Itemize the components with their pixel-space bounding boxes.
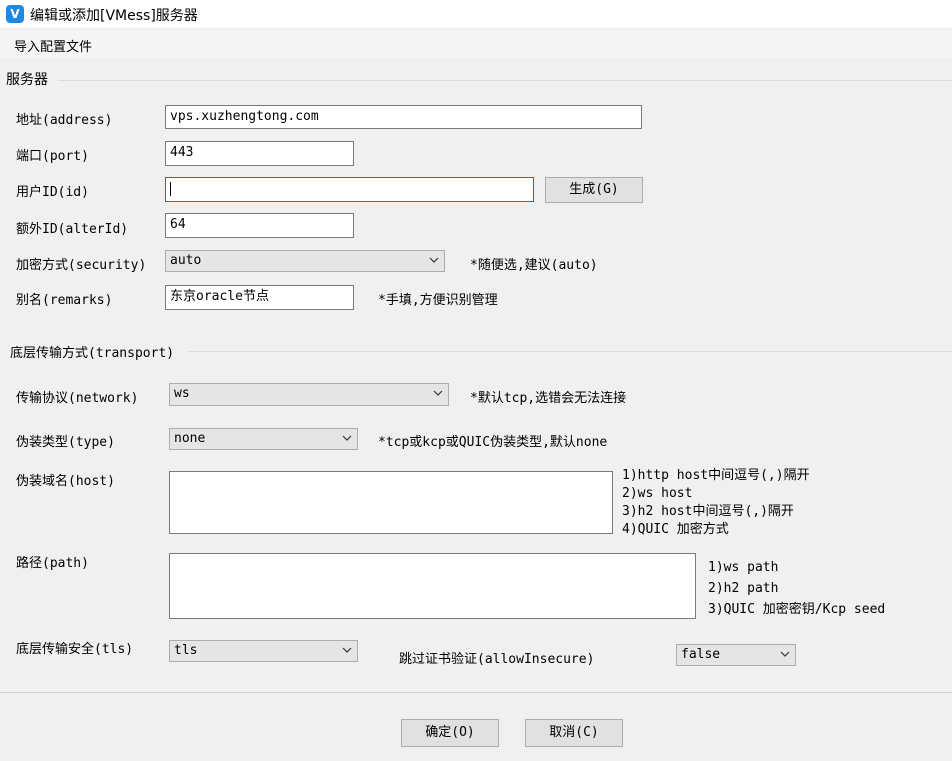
network-hint: *默认tcp,选错会无法连接 bbox=[470, 391, 627, 406]
cancel-button[interactable]: 取消(C) bbox=[525, 719, 623, 747]
window-title: 编辑或添加[VMess]服务器 bbox=[30, 8, 198, 24]
alter-id-label: 额外ID(alterId) bbox=[16, 222, 129, 237]
allow-insecure-label: 跳过证书验证(allowInsecure) bbox=[399, 652, 595, 667]
generate-button[interactable]: 生成(G) bbox=[545, 177, 643, 203]
type-select[interactable]: none bbox=[169, 428, 358, 450]
menu-item-import-config[interactable]: 导入配置文件 bbox=[14, 36, 92, 55]
remarks-input[interactable]: 东京oracle节点 bbox=[165, 285, 354, 310]
path-hint-line: 3)QUIC 加密密钥/Kcp seed bbox=[708, 602, 886, 617]
path-hint-line: 1)ws path bbox=[708, 560, 779, 575]
security-hint: *随便选,建议(auto) bbox=[470, 258, 598, 273]
server-group-title: 服务器 bbox=[6, 72, 48, 88]
server-group-divider bbox=[58, 80, 952, 81]
tls-select-value: tls bbox=[174, 643, 198, 658]
alter-id-input[interactable]: 64 bbox=[165, 213, 354, 238]
address-label: 地址(address) bbox=[16, 113, 113, 128]
security-select-value: auto bbox=[170, 253, 202, 268]
tls-select[interactable]: tls bbox=[169, 640, 358, 662]
host-hint-line: 1)http host中间逗号(,)隔开 bbox=[622, 468, 810, 483]
network-select-value: ws bbox=[174, 386, 190, 401]
chevron-down-icon bbox=[780, 651, 790, 657]
allow-insecure-select-value: false bbox=[681, 647, 721, 662]
host-hint-line: 4)QUIC 加密方式 bbox=[622, 522, 729, 537]
security-select[interactable]: auto bbox=[165, 250, 445, 272]
host-textarea[interactable] bbox=[169, 471, 613, 534]
type-hint: *tcp或kcp或QUIC伪装类型,默认none bbox=[378, 435, 608, 450]
transport-group-title: 底层传输方式(transport) bbox=[10, 346, 175, 361]
chevron-down-icon bbox=[433, 390, 443, 396]
security-label: 加密方式(security) bbox=[16, 258, 147, 273]
tls-label: 底层传输安全(tls) bbox=[16, 642, 134, 657]
remarks-hint: *手填,方便识别管理 bbox=[378, 293, 498, 308]
text-cursor bbox=[170, 181, 171, 196]
chevron-down-icon bbox=[429, 257, 439, 263]
port-label: 端口(port) bbox=[16, 149, 89, 164]
host-hint-line: 2)ws host bbox=[622, 486, 693, 501]
allow-insecure-select[interactable]: false bbox=[676, 644, 796, 666]
user-id-label: 用户ID(id) bbox=[16, 185, 89, 200]
address-input[interactable]: vps.xuzhengtong.com bbox=[165, 105, 642, 129]
menu-bar bbox=[0, 31, 952, 57]
transport-group-divider bbox=[188, 351, 952, 352]
type-label: 伪装类型(type) bbox=[16, 435, 115, 450]
footer-divider bbox=[0, 692, 952, 693]
port-input[interactable]: 443 bbox=[165, 141, 354, 166]
path-hints: 1)ws path 2)h2 path 3)QUIC 加密密钥/Kcp seed bbox=[708, 557, 885, 620]
path-textarea[interactable] bbox=[169, 553, 696, 619]
chevron-down-icon bbox=[342, 647, 352, 653]
host-hints: 1)http host中间逗号(,)隔开 2)ws host 3)h2 host… bbox=[622, 467, 810, 539]
remarks-label: 别名(remarks) bbox=[16, 293, 113, 308]
app-icon: V bbox=[6, 5, 24, 23]
host-label: 伪装域名(host) bbox=[16, 474, 115, 489]
host-hint-line: 3)h2 host中间逗号(,)隔开 bbox=[622, 504, 794, 519]
network-select[interactable]: ws bbox=[169, 383, 449, 406]
user-id-input[interactable] bbox=[165, 177, 534, 202]
path-label: 路径(path) bbox=[16, 556, 89, 571]
type-select-value: none bbox=[174, 431, 206, 446]
chevron-down-icon bbox=[342, 435, 352, 441]
network-label: 传输协议(network) bbox=[16, 391, 139, 406]
path-hint-line: 2)h2 path bbox=[708, 581, 779, 596]
ok-button[interactable]: 确定(O) bbox=[401, 719, 499, 747]
